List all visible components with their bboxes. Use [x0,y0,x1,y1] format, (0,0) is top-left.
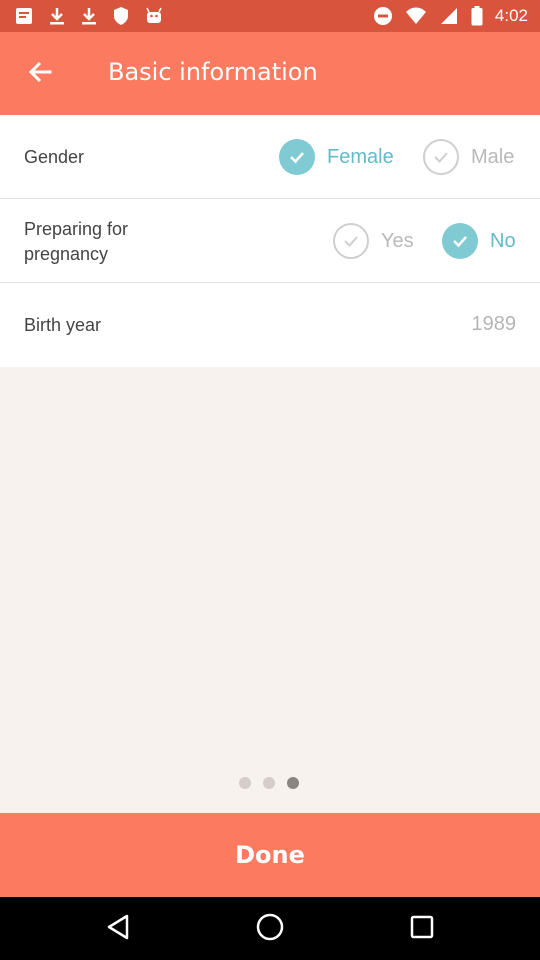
status-bar: 4:02 [0,0,540,32]
gender-option-male[interactable]: Male [423,139,514,175]
pregnancy-row: Preparing for pregnancy Yes No [0,199,540,283]
status-time: 4:02 [494,6,528,25]
arrow-left-icon [26,58,54,90]
page-dot-active [287,777,299,789]
pregnancy-label: Preparing for pregnancy [24,217,128,267]
pregnancy-option-no[interactable]: No [442,223,516,259]
android-icon [144,6,164,26]
home-nav-button[interactable] [254,913,286,945]
gender-label: Gender [24,147,85,167]
wifi-icon [405,6,427,26]
pregnancy-label-line1: Preparing for [24,219,129,239]
gender-option-female[interactable]: Female [279,139,394,175]
check-circle-icon [279,139,315,175]
pregnancy-option-yes[interactable]: Yes [333,223,414,259]
female-label: Female [327,145,394,168]
page-indicator [239,777,299,789]
download-icon [48,6,66,26]
check-circle-icon [333,223,369,259]
recents-square-icon [409,914,435,944]
birth-year-value: 1989 [471,313,517,335]
gender-row: Gender Female Male [0,115,540,199]
page-title: Basic information [108,58,318,86]
do-not-disturb-icon [373,6,393,26]
status-right-icons: 4:02 [373,6,528,26]
shield-icon [112,6,130,26]
recents-nav-button[interactable] [406,913,438,945]
pregnancy-label-line2: pregnancy [24,244,109,264]
check-circle-icon [442,223,478,259]
app-bar: Basic information [0,32,540,115]
page-dot [263,777,275,789]
battery-icon [471,6,483,26]
navigation-bar [0,897,540,960]
download-icon [80,6,98,26]
home-circle-icon [255,912,285,946]
yes-label: Yes [381,229,414,252]
back-triangle-icon [105,913,131,945]
page-dot [239,777,251,789]
status-left-icons [14,6,164,26]
back-button[interactable] [18,52,62,96]
back-nav-button[interactable] [102,913,134,945]
signal-icon [439,6,459,26]
no-label: No [490,229,516,252]
birth-year-row[interactable]: Birth year 1989 [0,283,540,367]
check-circle-icon [423,139,459,175]
male-label: Male [471,145,515,168]
done-button[interactable]: Done [0,813,540,897]
birth-year-label: Birth year [24,315,102,335]
notification-icon [14,6,34,26]
